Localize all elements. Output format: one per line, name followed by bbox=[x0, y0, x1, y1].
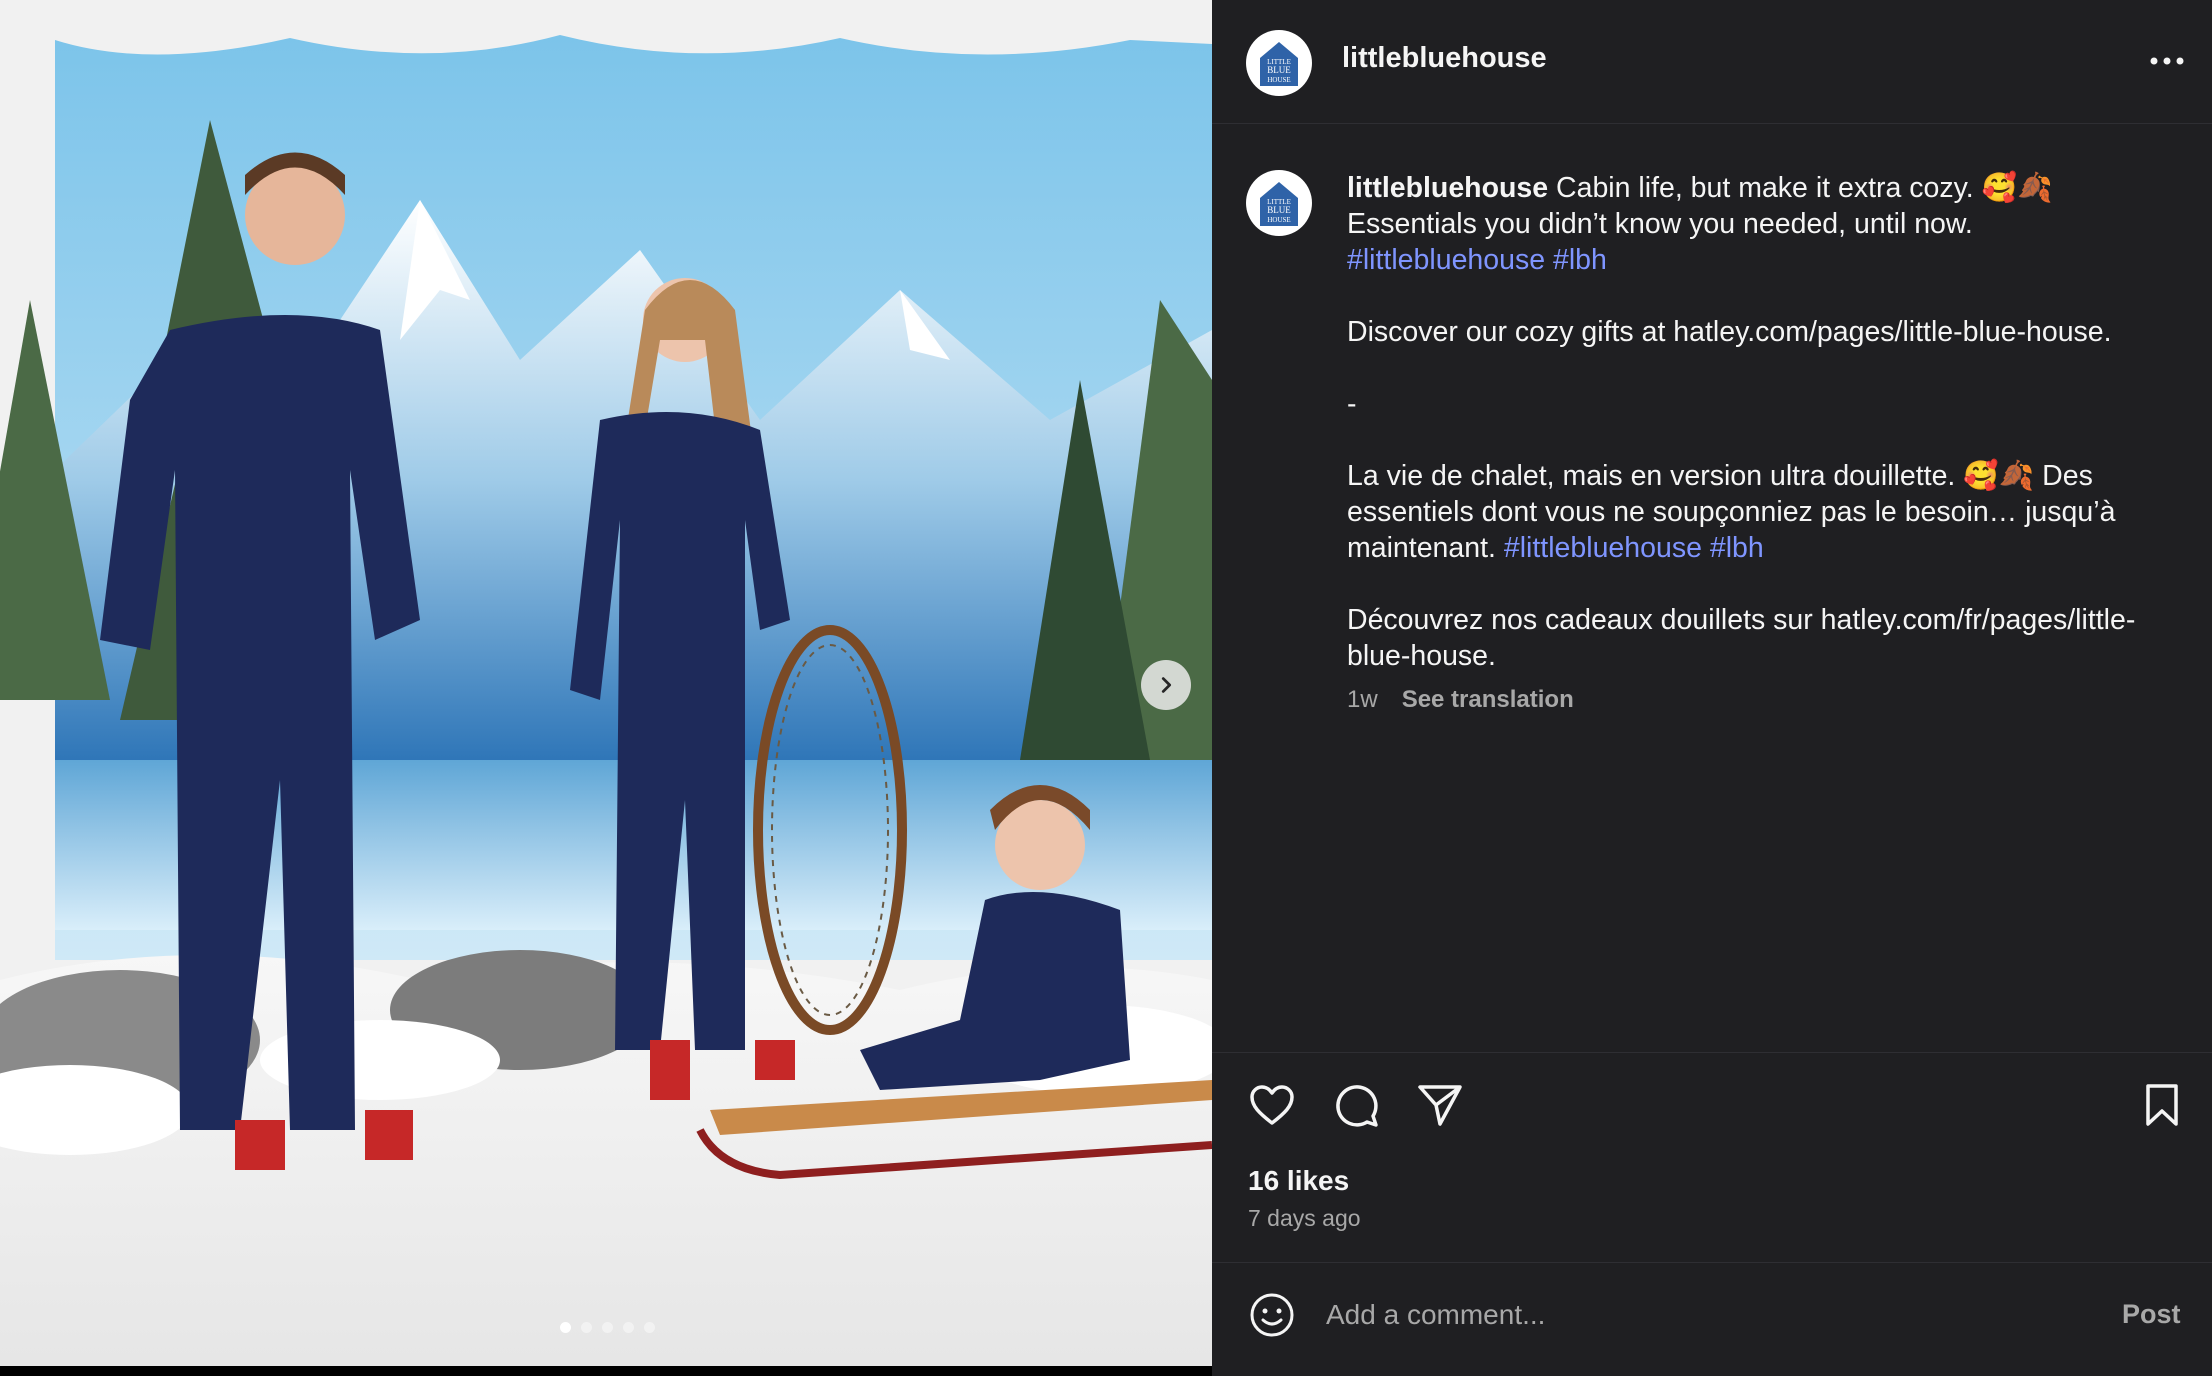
caption-line: Essentials you didn’t know you needed, u… bbox=[1347, 208, 1973, 240]
caption-line: Cabin life, but make it extra cozy. 🥰🍂 bbox=[1548, 172, 2053, 204]
house-logo-icon: LITTLE BLUE HOUSE bbox=[1260, 182, 1298, 226]
caption-avatar[interactable]: LITTLE BLUE HOUSE bbox=[1246, 170, 1312, 236]
caption-username[interactable]: littlebluehouse bbox=[1347, 172, 1548, 204]
carousel-dot bbox=[644, 1322, 655, 1333]
carousel-dot bbox=[560, 1322, 571, 1333]
svg-text:BLUE: BLUE bbox=[1267, 65, 1291, 75]
caption-dash: - bbox=[1347, 388, 1357, 420]
svg-text:HOUSE: HOUSE bbox=[1267, 76, 1290, 84]
house-logo-icon: LITTLE BLUE HOUSE bbox=[1260, 42, 1298, 86]
carousel-indicator bbox=[560, 1322, 655, 1333]
more-options-button[interactable] bbox=[2142, 45, 2192, 77]
likes-count[interactable]: 16 likes bbox=[1248, 1165, 1349, 1197]
like-button[interactable] bbox=[1248, 1081, 1296, 1129]
share-button[interactable] bbox=[1416, 1081, 1464, 1129]
post-time-short: 1w bbox=[1347, 686, 1378, 713]
caption-text: littlebluehouse Cabin life, but make it … bbox=[1347, 170, 2177, 674]
emoji-button[interactable] bbox=[1248, 1291, 1296, 1339]
bookmark-icon bbox=[2146, 1084, 2178, 1126]
post-media[interactable] bbox=[0, 0, 1212, 1366]
hashtag-link[interactable]: #littlebluehouse bbox=[1504, 532, 1702, 564]
paper-plane-icon bbox=[1418, 1085, 1462, 1126]
post-side-panel: LITTLE BLUE HOUSE littlebluehouse LITTLE… bbox=[1212, 0, 2212, 1376]
more-horizontal-icon bbox=[2150, 57, 2184, 65]
carousel-dot bbox=[623, 1322, 634, 1333]
heart-icon bbox=[1250, 1085, 1294, 1125]
carousel-dot bbox=[581, 1322, 592, 1333]
svg-text:HOUSE: HOUSE bbox=[1267, 216, 1290, 224]
see-translation-button[interactable]: See translation bbox=[1402, 686, 1574, 714]
save-button[interactable] bbox=[2138, 1081, 2186, 1129]
caption-discover-en: Discover our cozy gifts at hatley.com/pa… bbox=[1347, 316, 2112, 348]
svg-text:BLUE: BLUE bbox=[1267, 205, 1291, 215]
comment-bar: Post bbox=[1212, 1262, 2212, 1376]
hashtag-link[interactable]: #lbh bbox=[1553, 244, 1607, 276]
next-image-button[interactable] bbox=[1141, 660, 1191, 710]
caption-meta: 1w See translation bbox=[1347, 686, 1574, 714]
post-timestamp: 7 days ago bbox=[1248, 1205, 1361, 1231]
hashtag-link[interactable]: #lbh bbox=[1710, 532, 1764, 564]
smiley-icon bbox=[1250, 1293, 1294, 1337]
action-bar: 16 likes 7 days ago bbox=[1212, 1052, 2212, 1262]
hashtag-link[interactable]: #littlebluehouse bbox=[1347, 244, 1545, 276]
chevron-right-icon bbox=[1161, 677, 1172, 693]
post-photo bbox=[0, 0, 1212, 1366]
comment-input[interactable] bbox=[1326, 1293, 1966, 1337]
post-header: LITTLE BLUE HOUSE littlebluehouse bbox=[1212, 0, 2212, 124]
caption-discover-fr: Découvrez nos cadeaux douillets sur hatl… bbox=[1347, 604, 2136, 672]
comment-bubble-icon bbox=[1336, 1085, 1378, 1127]
profile-avatar[interactable]: LITTLE BLUE HOUSE bbox=[1246, 30, 1312, 96]
post-comment-button[interactable]: Post bbox=[2122, 1299, 2181, 1330]
carousel-dot bbox=[602, 1322, 613, 1333]
comment-button[interactable] bbox=[1332, 1081, 1380, 1129]
header-username[interactable]: littlebluehouse bbox=[1342, 42, 1547, 75]
